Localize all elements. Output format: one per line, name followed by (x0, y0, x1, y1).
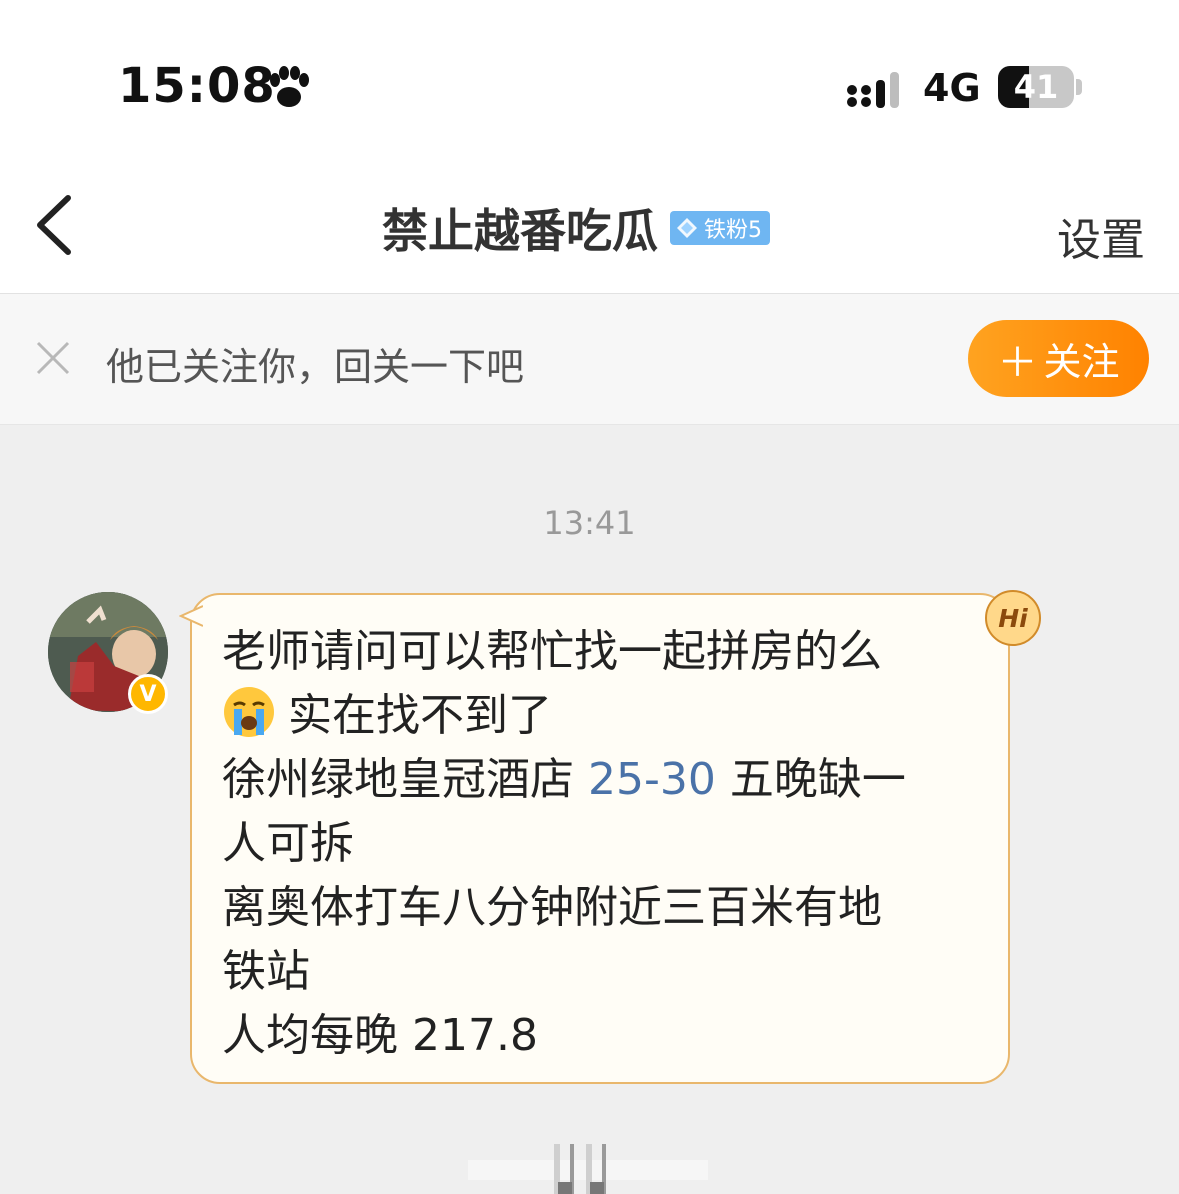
crying-face-icon (224, 687, 274, 737)
battery-icon: 41 (998, 66, 1074, 108)
cutoff-sticker-fragment (468, 1144, 708, 1194)
message-line: 人均每晚 217.8 (222, 1010, 538, 1061)
message-line-text: 徐州绿地皇冠酒店 (222, 754, 588, 805)
battery-level: 41 (1013, 68, 1059, 106)
follow-back-banner: 他已关注你，回关一下吧 ＋ 关注 (0, 294, 1179, 425)
bubble-tail (179, 605, 203, 627)
nav-bar: 禁止越番吃瓜 铁粉5 设置 (0, 160, 1179, 294)
back-chevron-icon[interactable] (30, 190, 80, 260)
message-line: 实在找不到了 (222, 684, 982, 748)
status-bar: 15:08 4G 41 (0, 0, 1179, 160)
message-line: 徐州绿地皇冠酒店 25-30 五晚缺一 (222, 748, 982, 812)
message-line: 老师请问可以帮忙找一起拼房的么 (222, 626, 882, 677)
nav-title-group: 禁止越番吃瓜 铁粉5 (382, 200, 770, 258)
follow-back-text: 他已关注你，回关一下吧 (106, 345, 525, 389)
signal-strength-icon (847, 72, 899, 108)
follow-button[interactable]: ＋ 关注 (968, 320, 1149, 397)
diamond-icon (677, 218, 697, 238)
hi-badge: Hi (985, 590, 1041, 646)
fan-badge-label: 铁粉5 (704, 218, 762, 243)
plus-icon: ＋ (997, 339, 1038, 386)
network-type: 4G (923, 66, 981, 110)
message-line: 铁站 (222, 946, 310, 997)
verified-v-icon: V (128, 674, 168, 714)
page-title: 禁止越番吃瓜 (382, 204, 658, 258)
settings-button[interactable]: 设置 (1057, 204, 1145, 268)
date-range-link[interactable]: 25-30 (588, 754, 716, 805)
message-text: 老师请问可以帮忙找一起拼房的么 实在找不到了 徐州绿地皇冠酒店 25-30 五晚… (222, 620, 982, 1068)
paw-icon (270, 66, 309, 107)
message-line: 人可拆 (222, 818, 354, 869)
close-icon[interactable] (34, 339, 72, 377)
follow-button-label: 关注 (1043, 340, 1120, 384)
message-line-text: 实在找不到了 (288, 690, 552, 741)
status-time: 15:08 (118, 58, 276, 114)
message-timestamp: 13:41 (543, 504, 636, 542)
battery-tip (1076, 79, 1082, 95)
message-line-text: 五晚缺一 (715, 754, 906, 805)
fan-level-badge: 铁粉5 (670, 211, 770, 245)
message-line: 离奥体打车八分钟附近三百米有地 (222, 882, 882, 933)
